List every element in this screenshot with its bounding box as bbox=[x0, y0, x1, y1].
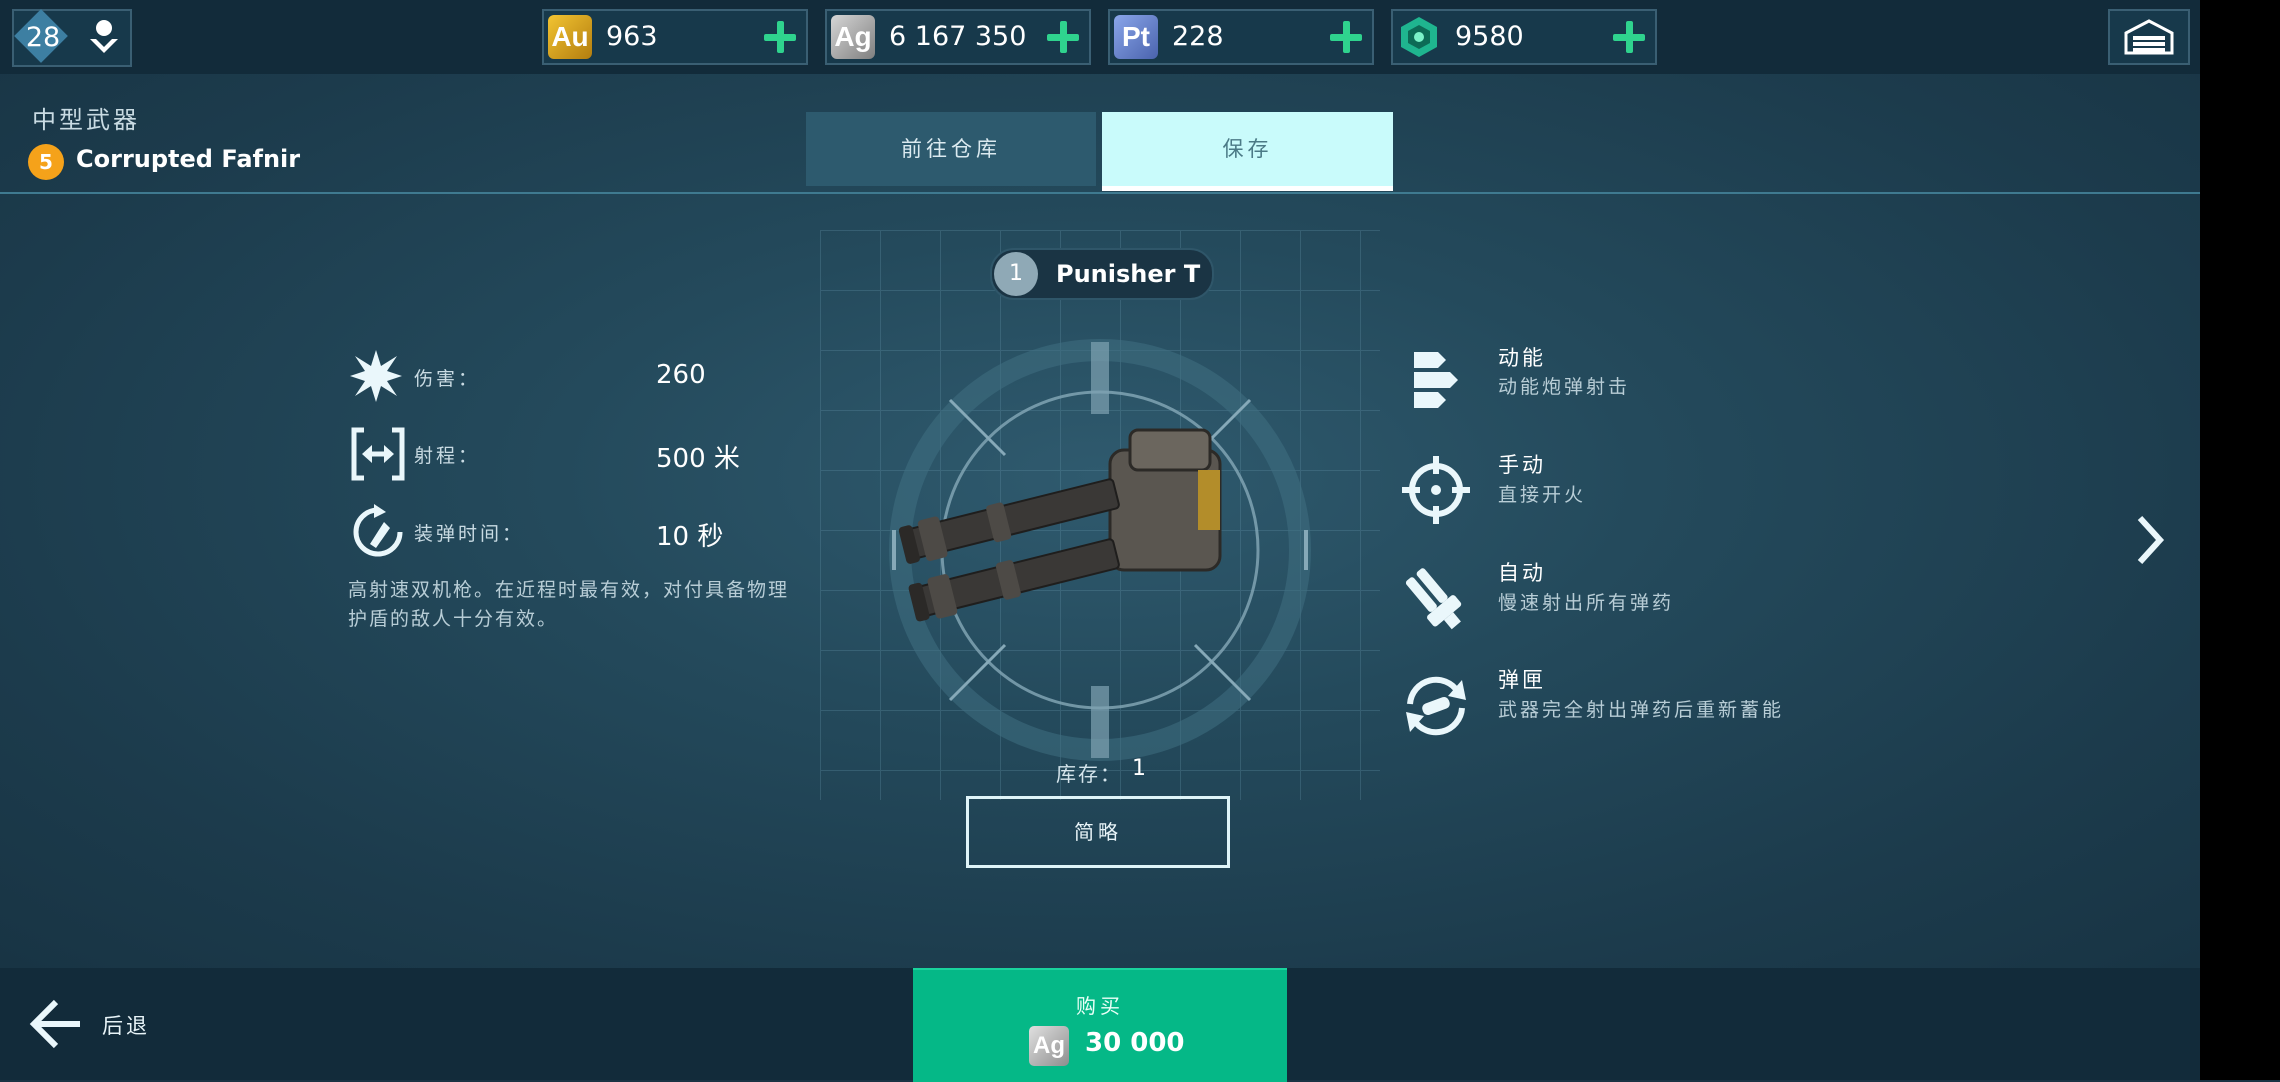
next-weapon-arrow-icon[interactable] bbox=[2130, 510, 2170, 570]
weapon-title: Corrupted Fafnir bbox=[76, 145, 301, 173]
add-power-cells-button[interactable] bbox=[1611, 19, 1647, 55]
feature-auto-subtitle: 慢速射出所有弹药 bbox=[1498, 592, 1675, 614]
summary-button[interactable]: 简略 bbox=[966, 796, 1230, 868]
hangar-button[interactable] bbox=[2108, 9, 2190, 65]
damage-label: 伤害： bbox=[414, 368, 481, 390]
weapon-preview bbox=[889, 339, 1311, 761]
reload-time-value: 10 秒 bbox=[656, 522, 724, 552]
rank-badge: 5 bbox=[28, 144, 64, 180]
range-icon bbox=[351, 427, 405, 481]
hangar-icon bbox=[2124, 19, 2174, 55]
range-label: 射程： bbox=[414, 445, 481, 467]
tab-save[interactable]: 保存 bbox=[1102, 112, 1393, 191]
kinetic-icon bbox=[1414, 352, 1458, 408]
add-gold-button[interactable] bbox=[762, 19, 798, 55]
reload-time-label: 装弹时间： bbox=[414, 523, 525, 545]
weapon-level: 1 bbox=[994, 252, 1038, 296]
gold-amount: 963 bbox=[606, 21, 658, 52]
currency-power-cells: 9580 bbox=[1391, 9, 1657, 65]
feature-kinetic-title: 动能 bbox=[1498, 346, 1546, 370]
currency-silver: Ag 6 167 350 bbox=[825, 9, 1091, 65]
profile-icon bbox=[90, 20, 118, 53]
feature-kinetic-subtitle: 动能炮弹射击 bbox=[1498, 376, 1631, 398]
damage-value: 260 bbox=[656, 360, 706, 390]
weapon-description: 高射速双机枪。在近程时最有效，对付具备物理护盾的敌人十分有效。 bbox=[348, 579, 790, 630]
back-button[interactable]: 后退 bbox=[102, 1010, 150, 1040]
feature-magazine-title: 弹匣 bbox=[1498, 668, 1546, 692]
feature-manual-title: 手动 bbox=[1498, 453, 1546, 477]
minigun-model bbox=[898, 428, 1222, 622]
add-silver-button[interactable] bbox=[1045, 19, 1081, 55]
power-cell-amount: 9580 bbox=[1455, 21, 1524, 52]
crosshair-icon bbox=[1402, 456, 1470, 524]
add-platinum-button[interactable] bbox=[1328, 19, 1364, 55]
back-arrow-icon[interactable] bbox=[28, 996, 84, 1052]
silver-icon: Ag bbox=[1029, 1026, 1069, 1066]
weapon-model-name: Punisher T bbox=[1056, 260, 1201, 288]
player-level: 28 bbox=[25, 22, 61, 53]
weapon-level-pill: 1 Punisher T bbox=[990, 248, 1214, 300]
platinum-amount: 228 bbox=[1172, 21, 1224, 52]
reload-time-icon bbox=[353, 504, 403, 557]
currency-gold: Au 963 bbox=[542, 9, 808, 65]
feature-magazine-subtitle: 武器完全射出弹药后重新蓄能 bbox=[1498, 699, 1785, 721]
magazine-reload-icon bbox=[1406, 676, 1466, 736]
feature-manual-subtitle: 直接开火 bbox=[1498, 484, 1587, 506]
buy-label: 购买 bbox=[1076, 994, 1124, 1018]
screen-edge bbox=[2200, 0, 2280, 1080]
weapon-category: 中型武器 bbox=[32, 106, 140, 134]
gold-icon: Au bbox=[548, 15, 592, 59]
top-bar bbox=[0, 0, 2200, 74]
buy-price: 30 000 bbox=[1085, 1028, 1185, 1058]
power-cell-icon bbox=[1401, 17, 1437, 57]
buy-button[interactable]: 购买 Ag 30 000 bbox=[913, 968, 1287, 1082]
tab-go-to-hangar[interactable]: 前往仓库 bbox=[806, 112, 1096, 186]
silver-icon: Ag bbox=[831, 15, 875, 59]
range-value: 500 米 bbox=[656, 444, 740, 474]
player-level-button[interactable]: 28 bbox=[12, 9, 132, 67]
silver-amount: 6 167 350 bbox=[889, 21, 1027, 52]
stock-label: 库存： bbox=[1056, 762, 1122, 786]
header-divider bbox=[0, 192, 2200, 194]
platinum-icon: Pt bbox=[1114, 15, 1158, 59]
stock-value: 1 bbox=[1132, 756, 1146, 781]
feature-auto-title: 自动 bbox=[1498, 561, 1546, 585]
currency-platinum: Pt 228 bbox=[1108, 9, 1374, 65]
damage-icon bbox=[350, 350, 402, 402]
auto-fire-icon bbox=[1405, 568, 1462, 630]
